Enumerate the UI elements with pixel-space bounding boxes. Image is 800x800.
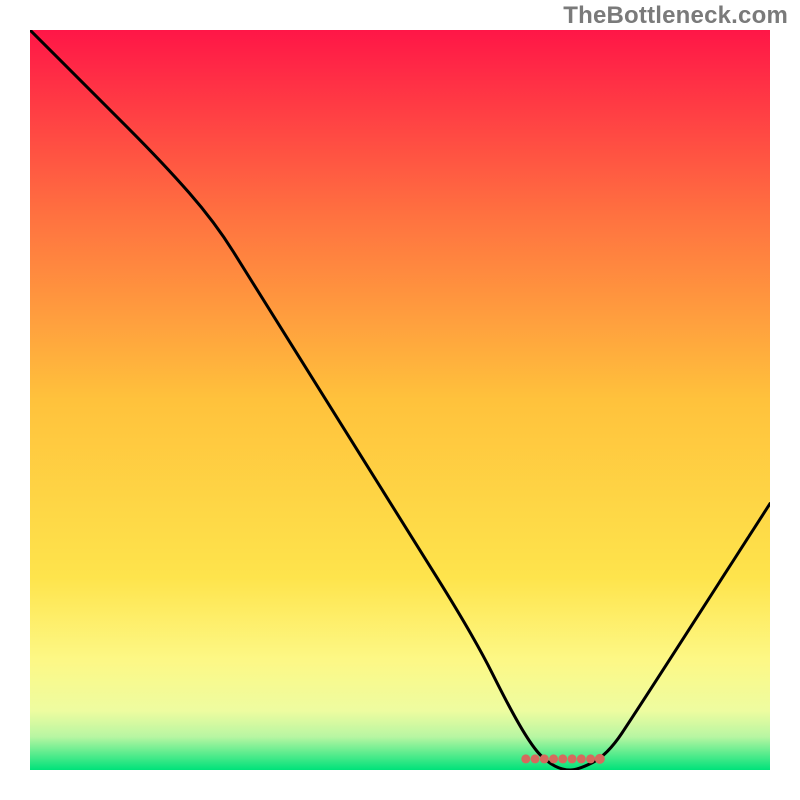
- optimal-marker-dot: [568, 754, 577, 763]
- plot-area: [30, 30, 770, 770]
- optimal-marker-dot: [577, 754, 586, 763]
- optimal-marker-dot: [521, 754, 530, 763]
- optimal-marker-dot: [549, 754, 558, 763]
- optimal-marker-dot: [540, 754, 549, 763]
- chart-frame: TheBottleneck.com: [0, 0, 800, 800]
- optimal-marker-dot: [531, 754, 540, 763]
- optimal-range-marker: [521, 754, 605, 764]
- optimal-marker-dot: [558, 754, 567, 763]
- optimal-marker-dot: [595, 754, 605, 764]
- optimal-marker-dot: [586, 754, 595, 763]
- watermark-text: TheBottleneck.com: [563, 2, 788, 30]
- bottleneck-chart: [30, 30, 770, 770]
